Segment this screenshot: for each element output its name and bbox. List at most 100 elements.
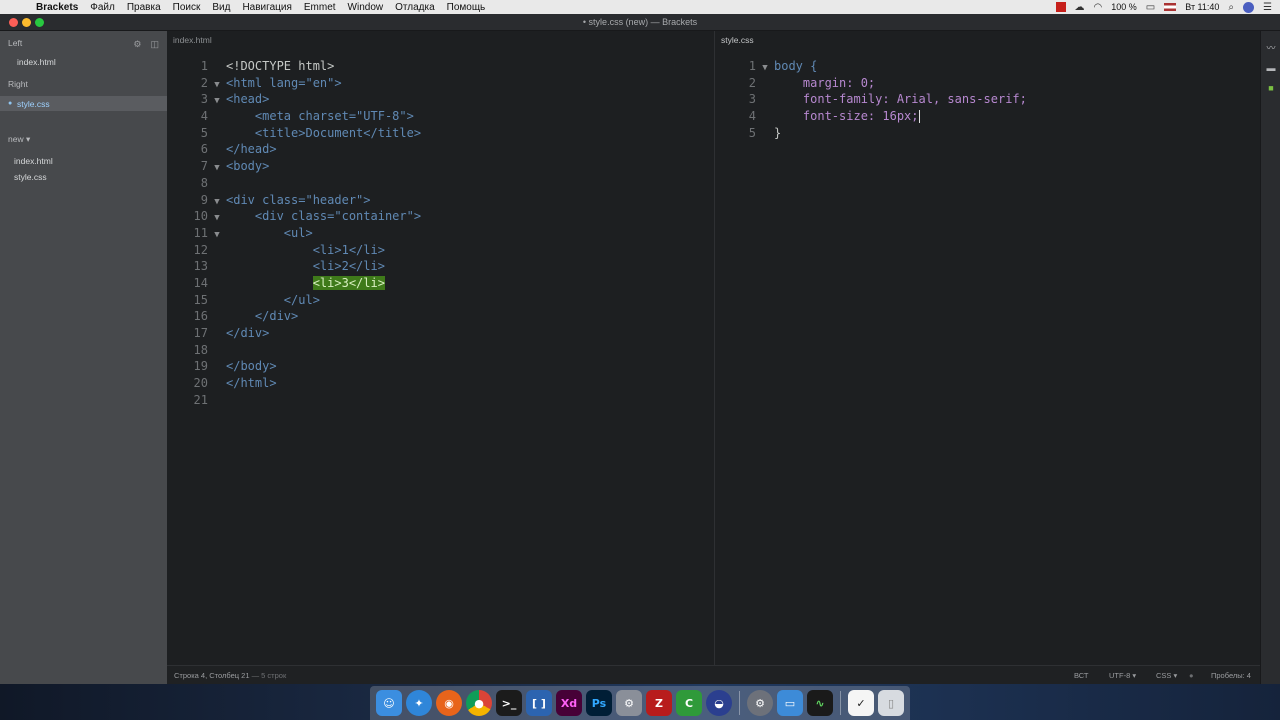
sidebar-item-left-index-html[interactable]: index.html <box>17 57 56 67</box>
project-dropdown[interactable]: new ▾ <box>8 134 30 145</box>
code-line[interactable]: } <box>774 126 781 140</box>
line-number: 18 <box>193 342 208 357</box>
line-number: 21 <box>193 392 208 407</box>
editor-pane-right[interactable]: style.css 1 ▼ body { 2 margin: 0; 3 font-f… <box>715 31 1260 665</box>
code-line-highlighted[interactable]: <li>3</li> <box>312 275 385 290</box>
battery-icon[interactable]: ▭ <box>1146 2 1155 13</box>
code-line[interactable]: <div class="header"> <box>226 193 371 207</box>
pane-left-filename[interactable]: index.html <box>173 35 212 45</box>
siri-icon[interactable] <box>1243 1 1255 13</box>
keyboard-layout-flag-icon[interactable] <box>1164 3 1177 11</box>
code-line[interactable]: <!DOCTYPE html> <box>226 59 334 73</box>
menu-window[interactable]: Window <box>348 2 384 13</box>
line-number: 3 <box>200 92 208 107</box>
spotlight-search-icon[interactable]: ⌕ <box>1228 2 1234 13</box>
code-line[interactable]: font-size: 16px; <box>774 109 919 123</box>
code-line[interactable]: <html lang="en"> <box>226 76 342 90</box>
menu-debug[interactable]: Отладка <box>395 2 435 13</box>
camtasia-icon[interactable]: C <box>676 690 702 716</box>
language-select[interactable]: CSS ▾ <box>1156 671 1177 680</box>
code-line[interactable]: </html> <box>226 376 277 390</box>
line-count: — 5 строк <box>251 671 287 680</box>
menu-help[interactable]: Помощь <box>447 2 486 13</box>
line-number: 2 <box>748 75 756 90</box>
dock-separator <box>840 691 841 715</box>
code-line[interactable]: <meta charset="UTF-8"> <box>255 109 414 123</box>
recording-icon[interactable] <box>1055 2 1066 12</box>
preferences-icon[interactable]: ⚙ <box>747 690 773 716</box>
todo-icon[interactable]: ✓ <box>848 690 874 716</box>
filezilla-icon[interactable]: Z <box>646 690 672 716</box>
app-menu-brackets[interactable]: Brackets <box>36 2 78 13</box>
battery-percent[interactable]: 100 % <box>1111 2 1137 12</box>
encoding-select[interactable]: UTF-8 ▾ <box>1109 671 1136 680</box>
menu-file[interactable]: Файл <box>90 2 115 13</box>
code-line[interactable]: <li>2</li> <box>313 259 385 273</box>
sidebar-item-right-style-css[interactable]: style.css <box>17 99 50 109</box>
creative-cloud-icon[interactable]: ☁ <box>1075 2 1085 13</box>
code-line[interactable]: <body> <box>226 159 269 173</box>
safari-icon[interactable]: ✦ <box>406 690 432 716</box>
code-area-right[interactable]: 1 ▼ body { 2 margin: 0; 3 font-family: Ari… <box>715 58 1260 141</box>
brackets-icon[interactable]: [ ] <box>526 690 552 716</box>
code-line[interactable]: <head> <box>226 92 269 106</box>
code-line[interactable]: </body> <box>226 359 277 373</box>
menu-view[interactable]: Вид <box>212 2 230 13</box>
code-line[interactable]: body { <box>774 59 817 73</box>
pane-right-filename[interactable]: style.css <box>721 35 754 45</box>
extension-green-icon[interactable]: ■ <box>1265 83 1277 93</box>
menubar-status-area: ☁ ◠ 100 % ▭ Вт 11:40 ⌕ ☰ <box>1055 0 1272 14</box>
ftp-icon[interactable]: ◒ <box>706 690 732 716</box>
trash-icon[interactable]: ▯ <box>878 690 904 716</box>
line-number: 2 <box>200 75 208 90</box>
xd-icon[interactable]: Xd <box>556 690 582 716</box>
code-line[interactable]: </head> <box>226 142 277 156</box>
chrome-icon[interactable]: ● <box>466 690 492 716</box>
code-line[interactable]: <ul> <box>284 226 313 240</box>
line-number: 10 <box>193 209 208 224</box>
finder-icon[interactable]: ☺ <box>376 690 402 716</box>
notification-center-icon[interactable]: ☰ <box>1263 2 1272 13</box>
editor-pane-left[interactable]: index.html 1 <!DOCTYPE html> 2 ▼ <html lang… <box>167 31 714 665</box>
linter-status-icon[interactable]: ● <box>1189 671 1194 680</box>
system-icon[interactable]: ⚙ <box>616 690 642 716</box>
text-cursor <box>918 110 920 124</box>
code-line[interactable]: <li>1</li> <box>313 243 385 257</box>
activity-monitor-icon[interactable]: ∿ <box>807 690 833 716</box>
code-line[interactable]: <title>Document</title> <box>255 126 421 140</box>
code-line[interactable]: <div class="container"> <box>255 209 421 223</box>
code-line[interactable]: font-family: Arial, sans-serif; <box>774 92 1027 106</box>
code-line[interactable]: margin: 0; <box>774 76 875 90</box>
menu-edit[interactable]: Правка <box>127 2 161 13</box>
split-view-icon[interactable]: ◫ <box>150 39 159 50</box>
project-file-style-css[interactable]: style.css <box>14 172 47 182</box>
window-titlebar: • style.css (new) — Brackets <box>0 14 1280 31</box>
right-toolbar: 〰 ▬ ■ <box>1260 31 1280 684</box>
line-number: 11 <box>193 225 208 240</box>
firefox-icon[interactable]: ◉ <box>436 690 462 716</box>
insert-mode-toggle[interactable]: ВСТ <box>1074 671 1089 680</box>
menubar-clock[interactable]: Вт 11:40 <box>1185 2 1219 12</box>
menu-emmet[interactable]: Emmet <box>304 2 336 13</box>
dock-separator <box>739 691 740 715</box>
line-number: 6 <box>200 142 208 157</box>
code-line[interactable]: </ul> <box>284 293 320 307</box>
keynote-icon[interactable]: ▭ <box>777 690 803 716</box>
terminal-icon[interactable]: >_ <box>496 690 522 716</box>
gear-icon[interactable]: ⚙ <box>133 39 141 50</box>
indent-spaces[interactable]: Пробелы: 4 <box>1211 671 1251 680</box>
code-line[interactable]: </div> <box>255 309 298 323</box>
code-line[interactable]: </div> <box>226 326 269 340</box>
line-number: 17 <box>193 326 208 340</box>
live-preview-icon[interactable]: 〰 <box>1265 41 1277 53</box>
sidebar: Left ⚙ ◫ index.html Right ● style.css ne… <box>0 31 167 684</box>
line-number: 7 <box>200 159 208 174</box>
menu-find[interactable]: Поиск <box>173 2 201 13</box>
project-file-index-html[interactable]: index.html <box>14 156 53 166</box>
extension-manager-icon[interactable]: ▬ <box>1265 63 1277 73</box>
menu-navigate[interactable]: Навигация <box>242 2 291 13</box>
working-set-right-header: Right <box>8 79 28 89</box>
code-area-left[interactable]: 1 <!DOCTYPE html> 2 ▼ <html lang="en"> 3 ▼ <h… <box>167 58 714 408</box>
wifi-icon[interactable]: ◠ <box>1094 2 1103 13</box>
photoshop-icon[interactable]: Ps <box>586 690 612 716</box>
